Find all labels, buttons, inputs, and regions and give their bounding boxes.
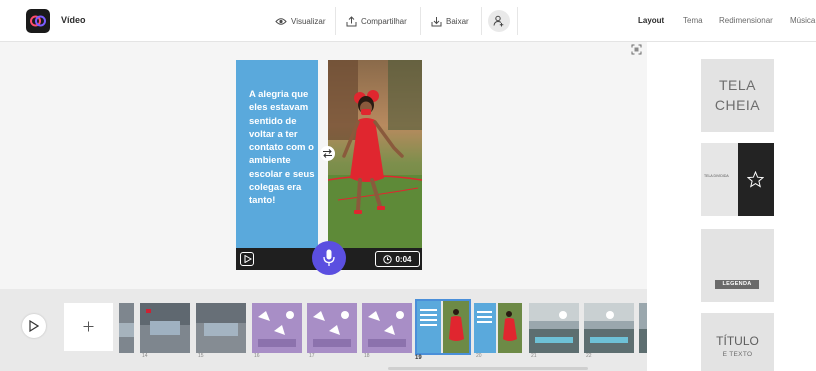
swap-layout-button[interactable] (320, 146, 335, 161)
timeline-slide-thumbnail[interactable] (140, 303, 190, 353)
timeline-scrollbar[interactable] (388, 367, 588, 370)
layout-option-split-screen[interactable]: TELA DIVIDIDA (701, 143, 774, 216)
microphone-icon (323, 249, 335, 266)
layout-caption-label: LEGENDA (715, 280, 759, 289)
timeline-slide-thumbnail[interactable] (307, 303, 357, 353)
download-label: Baixar (446, 16, 469, 26)
tab-theme[interactable]: Tema (683, 16, 703, 25)
timeline-slide-thumbnail[interactable] (584, 303, 634, 353)
tab-music[interactable]: Música (790, 16, 815, 25)
record-voice-button[interactable] (312, 241, 346, 275)
layout-title-sub-label: E TEXTO (722, 351, 753, 358)
timeline-slide-thumbnail[interactable] (196, 303, 246, 353)
clock-icon (383, 254, 393, 264)
toolbar-divider (420, 7, 421, 35)
slide-number: 20 (476, 353, 482, 359)
play-icon (29, 320, 39, 332)
adobe-express-logo-icon[interactable] (26, 9, 50, 33)
timeline-slide-thumbnail[interactable] (639, 303, 647, 353)
play-icon (244, 255, 252, 263)
share-user-icon (493, 15, 504, 27)
layout-title-label: TÍTULO (716, 334, 759, 348)
plus-icon (83, 321, 94, 332)
slide-number: 21 (531, 353, 537, 359)
slide-duration-button[interactable]: 0:04 (375, 251, 420, 267)
eye-icon (275, 17, 287, 25)
share-label: Compartilhar (361, 16, 407, 26)
slide-number: 17 (309, 353, 315, 359)
tab-layout[interactable]: Layout (638, 16, 664, 25)
slide-number: 16 (254, 353, 260, 359)
preview-label: Visualizar (291, 16, 326, 26)
top-bar: Vídeo Visualizar Compartilhar Baixar Lay… (0, 0, 816, 42)
timeline: 14 15 16 17 18 19 20 21 22 (0, 289, 647, 371)
star-icon (747, 171, 764, 188)
toolbar-divider (517, 7, 518, 35)
layout-option-full-screen[interactable]: TELA CHEIA (701, 59, 774, 132)
slide-number-active: 19 (415, 355, 422, 361)
timeline-slide-thumbnail[interactable] (474, 303, 522, 353)
slide-number: 22 (586, 353, 592, 359)
page-title: Vídeo (61, 15, 86, 25)
layout-option-caption[interactable]: LEGENDA (701, 229, 774, 302)
slide-number: 14 (142, 353, 148, 359)
add-slide-button[interactable] (64, 303, 113, 351)
play-video-button[interactable] (22, 314, 46, 338)
share-icon (346, 15, 357, 26)
download-icon (431, 16, 442, 26)
slide-text-panel[interactable]: A alegria que eles estavam sentido de vo… (236, 60, 318, 248)
layout-full-screen-label: TELA CHEIA (714, 77, 761, 113)
share-button[interactable]: Compartilhar (346, 8, 407, 34)
layout-panel: TELA CHEIA TELA DIVIDIDA LEGENDA TÍTULO … (647, 42, 816, 371)
download-button[interactable]: Baixar (431, 8, 469, 34)
slide-duration: 0:04 (395, 254, 412, 264)
toolbar-divider (335, 7, 336, 35)
slide-photo[interactable] (328, 60, 422, 248)
timeline-slide-thumbnail[interactable] (252, 303, 302, 353)
preview-button[interactable]: Visualizar (275, 8, 326, 34)
slide-number: 15 (198, 353, 204, 359)
fit-screen-icon[interactable] (631, 44, 642, 55)
slide-number: 18 (364, 353, 370, 359)
swap-icon (323, 149, 332, 158)
timeline-slide-thumbnail-active[interactable] (415, 299, 471, 355)
share-user-button[interactable] (488, 10, 510, 32)
slide-play-button[interactable] (240, 252, 254, 266)
timeline-slide-thumbnail[interactable] (529, 303, 579, 353)
slide-text[interactable]: A alegria que eles estavam sentido de vo… (249, 88, 315, 208)
current-slide[interactable]: A alegria que eles estavam sentido de vo… (236, 60, 422, 270)
toolbar-divider (481, 7, 482, 35)
layout-split-screen-label: TELA DIVIDIDA (704, 174, 729, 178)
layout-option-title-and-text[interactable]: TÍTULO E TEXTO (701, 313, 774, 371)
tab-resize[interactable]: Redimensionar (719, 16, 773, 25)
timeline-slide-thumbnail[interactable] (119, 303, 134, 353)
timeline-slide-thumbnail[interactable] (362, 303, 412, 353)
